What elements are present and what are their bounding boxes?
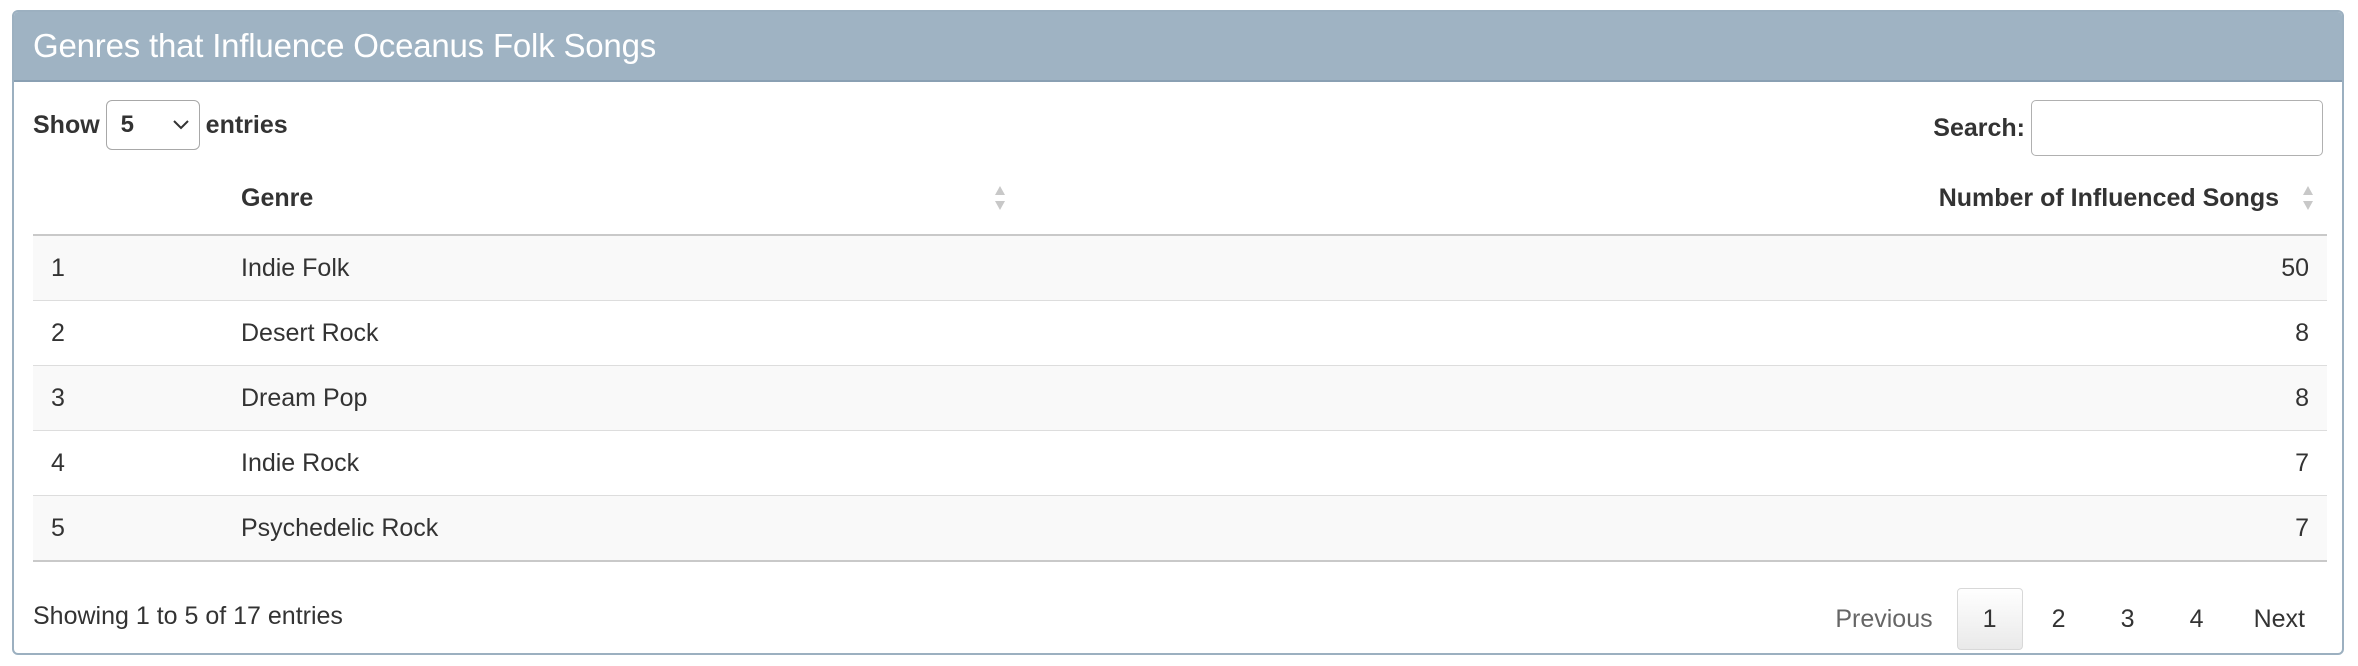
page-length-value: 5	[120, 111, 135, 138]
search-label: Search:	[1933, 113, 2025, 142]
table-row: 2 Desert Rock 8	[33, 300, 2327, 366]
table-row: 3 Dream Pop 8	[33, 365, 2327, 431]
row-index: 3	[33, 365, 223, 431]
row-count: 8	[1019, 365, 2327, 431]
row-index: 2	[33, 300, 223, 366]
table-row: 1 Indie Folk 50	[33, 235, 2327, 301]
page-button-3[interactable]: 3	[2095, 588, 2161, 650]
panel-header: Genres that Influence Oceanus Folk Songs	[14, 12, 2342, 82]
page-length-control: Show 5 entries	[33, 100, 288, 150]
row-genre: Dream Pop	[223, 365, 1019, 431]
show-label: Show	[33, 110, 100, 139]
data-table: Genre Number of Influenced Songs 1 Indie…	[33, 162, 2327, 562]
row-genre: Indie Folk	[223, 235, 1019, 301]
table-info: Showing 1 to 5 of 17 entries	[33, 602, 343, 630]
column-header-count[interactable]: Number of Influenced Songs	[1019, 162, 2327, 236]
row-index: 4	[33, 430, 223, 496]
row-count: 8	[1019, 300, 2327, 366]
sort-both-icon	[2303, 186, 2313, 210]
page-button-2[interactable]: 2	[2026, 588, 2092, 650]
column-header-genre[interactable]: Genre	[223, 162, 1019, 236]
table-panel: Genres that Influence Oceanus Folk Songs…	[12, 10, 2344, 655]
column-header-index	[33, 162, 223, 236]
sort-both-icon	[995, 186, 1005, 210]
pagination: Previous 1 2 3 4 Next	[1811, 588, 2326, 650]
row-index: 5	[33, 495, 223, 562]
row-index: 1	[33, 235, 223, 301]
table-controls: Show 5 entries Search:	[14, 82, 2342, 170]
page-button-4[interactable]: 4	[2164, 588, 2230, 650]
row-count: 50	[1019, 235, 2327, 301]
search-control: Search:	[1933, 100, 2323, 156]
column-header-genre-label: Genre	[241, 183, 314, 212]
row-genre: Psychedelic Rock	[223, 495, 1019, 562]
row-genre: Indie Rock	[223, 430, 1019, 496]
page-button-1[interactable]: 1	[1956, 588, 2023, 650]
search-input[interactable]	[2031, 100, 2323, 156]
row-genre: Desert Rock	[223, 300, 1019, 366]
chevron-down-icon	[172, 120, 189, 130]
row-count: 7	[1019, 495, 2327, 562]
column-header-count-label: Number of Influenced Songs	[1938, 183, 2279, 212]
entries-label: entries	[205, 110, 288, 139]
previous-button[interactable]: Previous	[1814, 588, 1953, 650]
table-row: 4 Indie Rock 7	[33, 430, 2327, 496]
table-row: 5 Psychedelic Rock 7	[33, 495, 2327, 562]
panel-title: Genres that Influence Oceanus Folk Songs	[33, 27, 657, 64]
page-length-select[interactable]: 5	[105, 100, 200, 150]
next-button[interactable]: Next	[2233, 588, 2326, 650]
table-header-row: Genre Number of Influenced Songs	[33, 162, 2327, 236]
row-count: 7	[1019, 430, 2327, 496]
